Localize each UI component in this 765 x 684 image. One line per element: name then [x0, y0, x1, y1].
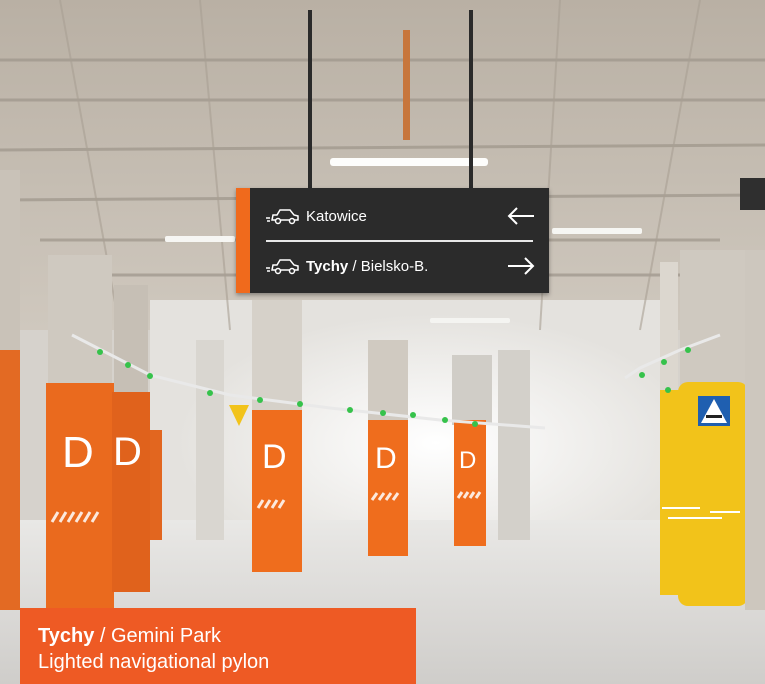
pillar-letter-d-1: D — [62, 428, 94, 477]
garage-background — [0, 0, 765, 684]
destination-katowice: Katowice — [306, 207, 367, 225]
sign-row-katowice: Katowice — [266, 196, 535, 236]
caption-subtitle: Lighted navigational pylon — [38, 651, 270, 673]
car-icon — [266, 259, 299, 275]
caption-box: Tychy / Gemini Park Lighted navigational… — [20, 608, 416, 684]
pillar-letter-d-4: D — [375, 442, 397, 475]
left-arrow-icon — [507, 207, 534, 225]
navigation-sign: Katowice Tychy / Bielsko-B. — [236, 188, 549, 293]
caption-location: / Gemini Park — [94, 625, 222, 647]
pillar-letter-d-5: D — [459, 447, 477, 474]
caption-title: Tychy / Gemini Park — [38, 625, 221, 648]
pillar-letter-d-2: D — [113, 430, 142, 474]
right-arrow-icon — [508, 257, 535, 275]
caption-city: Tychy — [38, 625, 95, 647]
sign-row-tychy: Tychy / Bielsko-B. — [266, 246, 535, 286]
pillar-letter-d-3: D — [262, 438, 287, 476]
sign-divider — [266, 240, 533, 242]
parking-garage-photo: D D D D D — [0, 0, 765, 684]
sign-accent-stripe — [236, 188, 250, 293]
destination-tychy: Tychy — [306, 257, 349, 275]
destination-bielsko: / Bielsko-B. — [348, 257, 429, 275]
car-icon — [266, 209, 299, 225]
